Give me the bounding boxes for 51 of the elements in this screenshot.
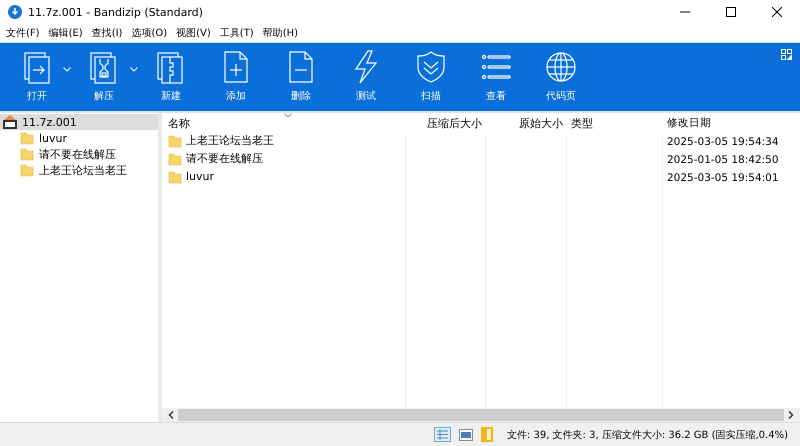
tree-item[interactable]: 请不要在线解压 [0, 146, 158, 162]
scroll-left-icon[interactable] [168, 411, 174, 419]
toolbar-button[interactable]: 扫描 [406, 47, 456, 105]
scroll-right-icon[interactable] [788, 411, 794, 419]
status-text: 文件: 39, 文件夹: 3, 压缩文件大小: 36.2 GB (固实压缩,0.4%) [506, 428, 789, 442]
menu-item[interactable]: 帮助(H) [262, 26, 298, 40]
column-header[interactable]: 压缩后大小 [406, 116, 486, 130]
details-view-icon[interactable] [434, 427, 451, 442]
maximize-icon[interactable] [726, 7, 736, 17]
folder-icon [168, 170, 182, 184]
tree-item[interactable]: 上老王论坛当老王 [0, 162, 158, 178]
folder-icon [20, 147, 34, 161]
column-header[interactable]: 类型 [567, 116, 663, 130]
table-cell: 上老王论坛当老王 [168, 133, 274, 148]
toolbar-button[interactable]: 添加 [211, 47, 261, 105]
menu-item[interactable]: 视图(V) [176, 26, 211, 40]
table-cell: 请不要在线解压 [168, 151, 263, 166]
menu-item[interactable]: 文件(F) [6, 26, 40, 40]
table-cell: 2025-03-05 19:54:34 [667, 136, 779, 148]
menu-item[interactable]: 选项(O) [131, 26, 168, 40]
archive-icon [3, 115, 17, 129]
toolbar-button[interactable]: 代码页 [536, 47, 586, 105]
layout-icon[interactable] [781, 49, 792, 60]
sort-caret-icon [284, 113, 292, 118]
scrollbar-thumb[interactable] [178, 409, 784, 421]
menu-item[interactable]: 查找(I) [92, 26, 122, 40]
toolbar-button[interactable]: 新建 [146, 47, 196, 105]
tree-item[interactable]: luvur [0, 130, 158, 146]
table-cell: 2025-01-05 18:42:50 [667, 154, 779, 166]
toolbar-button[interactable]: 测试 [341, 47, 391, 105]
column-header[interactable]: 原始大小 [486, 116, 567, 130]
dropdown-caret-icon[interactable] [63, 67, 71, 72]
column-header[interactable]: 名称 [162, 116, 406, 130]
dropdown-caret-icon[interactable] [130, 67, 138, 72]
tree-item[interactable]: 11.7z.001 [0, 114, 158, 130]
folder-icon [168, 152, 182, 166]
toolbar-button[interactable]: 删除 [276, 47, 326, 105]
menu-item[interactable]: 编辑(E) [48, 26, 83, 40]
toolbar-button[interactable]: 打开 [12, 47, 62, 105]
folder-icon [20, 163, 34, 177]
thumbnail-view-icon[interactable] [459, 428, 473, 440]
close-icon[interactable] [772, 7, 782, 17]
app-icon [8, 5, 22, 19]
folder-icon [168, 134, 182, 148]
table-cell: 2025-03-05 19:54:01 [667, 172, 779, 184]
toolbar-button[interactable]: 查看 [471, 47, 521, 105]
menu-item[interactable]: 工具(T) [220, 26, 254, 40]
column-header[interactable]: 修改日期 [663, 116, 800, 130]
toolbar-button[interactable]: 解压 [79, 47, 129, 105]
table-cell: luvur [168, 170, 214, 184]
window-title: 11.7z.001 - Bandizip (Standard) [28, 6, 203, 18]
